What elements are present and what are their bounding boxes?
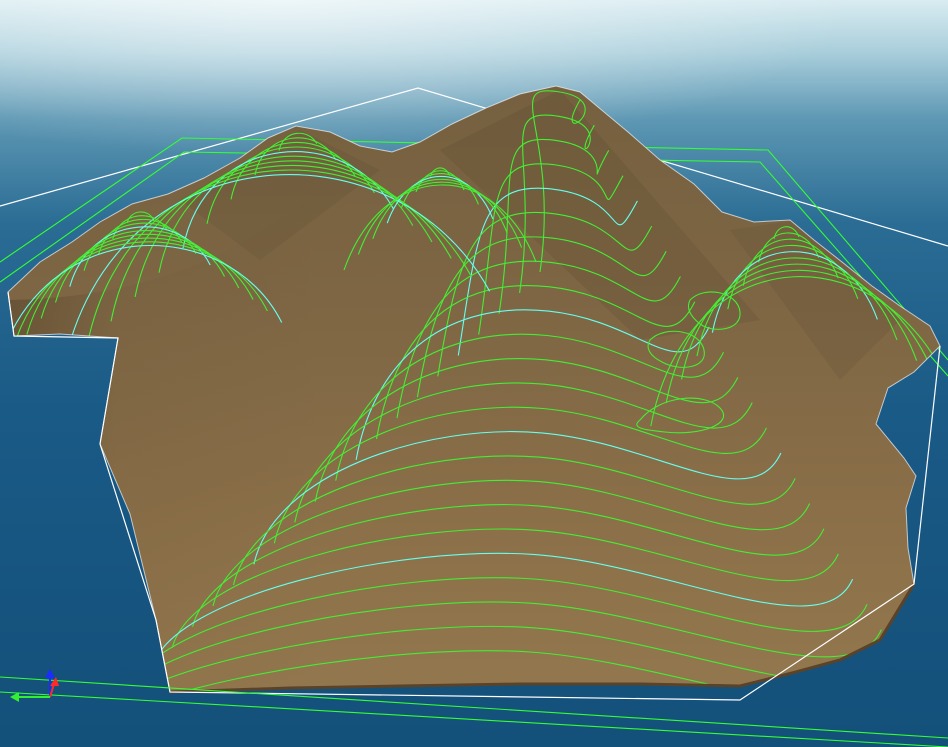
terrain-scene[interactable] — [0, 0, 948, 747]
3d-viewport[interactable] — [0, 0, 948, 747]
